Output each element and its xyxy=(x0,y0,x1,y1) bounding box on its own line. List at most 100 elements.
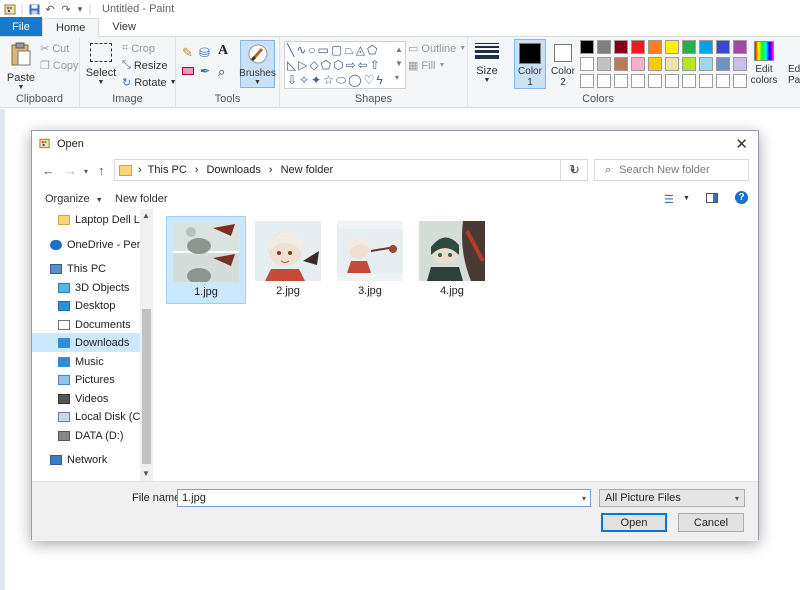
paste-button[interactable]: Paste ▼ xyxy=(6,41,36,91)
color-picker-icon[interactable]: ✒ xyxy=(200,64,210,78)
color-swatch[interactable] xyxy=(733,57,747,71)
file-item[interactable]: 2.jpg xyxy=(248,216,328,304)
color1-button[interactable]: Color 1 xyxy=(514,39,546,89)
open-button[interactable]: Open xyxy=(601,513,667,532)
tab-home[interactable]: Home xyxy=(42,18,100,37)
fill-bucket-icon[interactable]: ⛁ xyxy=(199,45,210,61)
custom-color-swatch[interactable] xyxy=(665,74,679,88)
fill-button[interactable]: ▦ Fill ▼ xyxy=(408,59,445,73)
file-item[interactable]: 3.jpg xyxy=(330,216,410,304)
scroll-up-icon[interactable]: ▲ xyxy=(142,211,150,220)
organize-button[interactable]: Organize ▼ xyxy=(45,193,103,205)
cancel-button[interactable]: Cancel xyxy=(678,513,744,532)
custom-color-swatch[interactable] xyxy=(648,74,662,88)
color-swatch[interactable] xyxy=(665,57,679,71)
custom-color-swatch[interactable] xyxy=(682,74,696,88)
new-folder-button[interactable]: New folder xyxy=(115,193,168,205)
save-icon[interactable] xyxy=(26,0,42,18)
select-button[interactable]: Select ▼ xyxy=(86,43,116,86)
color-swatch[interactable] xyxy=(716,40,730,54)
tab-file[interactable]: File xyxy=(0,17,42,36)
custom-color-swatch[interactable] xyxy=(733,74,747,88)
scroll-thumb[interactable] xyxy=(142,309,151,464)
color-swatch[interactable] xyxy=(682,40,696,54)
color-swatch[interactable] xyxy=(716,57,730,71)
up-arrow-icon[interactable]: ↑ xyxy=(98,163,105,178)
brushes-button[interactable]: Brushes ▼ xyxy=(239,40,276,88)
nav-item-music[interactable]: Music xyxy=(32,352,140,371)
refresh-button[interactable]: ↻ xyxy=(560,159,588,181)
gallery-scroll-icon[interactable]: ▲ ▼ ▾ xyxy=(395,43,403,85)
crop-button[interactable]: ⌗ Crop xyxy=(122,42,155,55)
color-swatch[interactable] xyxy=(597,40,611,54)
nav-item-onedrive[interactable]: OneDrive - Person xyxy=(32,235,140,254)
redo-icon[interactable]: ↷ xyxy=(58,0,74,18)
edit-with-paint3d-button[interactable]: Edit Pa xyxy=(788,39,800,86)
rotate-button[interactable]: ↻ Rotate ▼ xyxy=(122,76,177,90)
custom-color-swatch[interactable] xyxy=(699,74,713,88)
color-swatch[interactable] xyxy=(648,57,662,71)
color2-button[interactable]: Color 2 xyxy=(548,39,578,89)
pencil-icon[interactable]: ✎ xyxy=(182,45,193,61)
file-name-input[interactable]: 1.jpg ▾ xyxy=(177,489,591,507)
close-icon[interactable]: ✕ xyxy=(735,135,748,153)
copy-button[interactable]: ❐ Copy xyxy=(40,59,79,73)
edit-colors-button[interactable]: Edit colors xyxy=(746,39,782,86)
nav-item-desktop[interactable]: Desktop xyxy=(32,296,140,315)
search-box[interactable]: ⌕ Search New folder xyxy=(594,159,749,181)
nav-item-documents[interactable]: Documents xyxy=(32,315,140,334)
tab-view[interactable]: View xyxy=(99,17,149,36)
eraser-icon[interactable] xyxy=(182,67,194,75)
custom-color-swatch[interactable] xyxy=(597,74,611,88)
color-swatch[interactable] xyxy=(614,57,628,71)
address-bar[interactable]: › This PC › Downloads › New folder ▾ xyxy=(114,159,588,181)
chevron-down-icon[interactable]: ▾ xyxy=(582,494,586,503)
file-type-select[interactable]: All Picture Files ▾ xyxy=(599,489,745,507)
text-icon[interactable]: A xyxy=(218,43,228,59)
preview-pane-icon[interactable] xyxy=(706,193,718,206)
nav-item-this-pc[interactable]: This PC xyxy=(32,259,140,278)
breadcrumb-downloads[interactable]: Downloads xyxy=(206,164,260,176)
color-swatch[interactable] xyxy=(699,57,713,71)
color-swatch[interactable] xyxy=(614,40,628,54)
magnifier-icon[interactable]: ⌕ xyxy=(218,64,225,80)
nav-item-downloads[interactable]: Downloads xyxy=(32,333,140,352)
size-button[interactable]: Size ▼ xyxy=(472,41,502,84)
color-swatch[interactable] xyxy=(665,40,679,54)
color-swatch[interactable] xyxy=(580,40,594,54)
color-swatch[interactable] xyxy=(699,40,713,54)
color-swatch[interactable] xyxy=(682,57,696,71)
resize-button[interactable]: ⤡ Resize xyxy=(122,59,167,72)
breadcrumb-this-pc[interactable]: This PC xyxy=(148,164,187,176)
color-swatch[interactable] xyxy=(631,40,645,54)
color-swatch[interactable] xyxy=(580,57,594,71)
change-view-icon[interactable]: ☰ xyxy=(664,193,674,206)
scroll-down-icon[interactable]: ▼ xyxy=(142,469,150,478)
recent-locations-chevron-icon[interactable]: ▾ xyxy=(84,167,88,176)
undo-icon[interactable]: ↶ xyxy=(42,0,58,18)
color-swatch[interactable] xyxy=(631,57,645,71)
back-arrow-icon[interactable]: ← xyxy=(42,163,55,178)
help-icon[interactable]: ? xyxy=(735,191,748,204)
nav-item-pictures[interactable]: Pictures xyxy=(32,370,140,389)
color-swatch[interactable] xyxy=(648,40,662,54)
file-item[interactable]: 1.jpg xyxy=(166,216,246,304)
view-options-chevron-icon[interactable]: ▼ xyxy=(683,195,690,202)
custom-color-swatch[interactable] xyxy=(716,74,730,88)
breadcrumb-new-folder[interactable]: New folder xyxy=(281,164,334,176)
color-swatch[interactable] xyxy=(733,40,747,54)
navigation-scrollbar[interactable]: ▲ ▼ xyxy=(140,209,153,481)
custom-color-swatch[interactable] xyxy=(614,74,628,88)
shapes-gallery[interactable]: ╲∿○▭▢⏢◬⬠ ◺▷◇⬠⬡⇨⇦⇧ ⇩✧✦☆⬭◯♡ϟ xyxy=(284,41,406,89)
color-swatch[interactable] xyxy=(597,57,611,71)
custom-color-swatch[interactable] xyxy=(580,74,594,88)
cut-button[interactable]: ✂ Cut xyxy=(40,42,69,56)
nav-item-data-drive[interactable]: DATA (D:) xyxy=(32,426,140,445)
forward-arrow-icon[interactable]: → xyxy=(64,163,77,178)
nav-item-laptop[interactable]: Laptop Dell Latit xyxy=(32,210,140,229)
customize-quick-access-icon[interactable]: ▾ xyxy=(74,0,86,18)
nav-item-videos[interactable]: Videos xyxy=(32,389,140,408)
nav-item-network[interactable]: Network xyxy=(32,450,140,469)
nav-item-local-disk[interactable]: Local Disk (C:) xyxy=(32,407,140,426)
custom-color-swatch[interactable] xyxy=(631,74,645,88)
